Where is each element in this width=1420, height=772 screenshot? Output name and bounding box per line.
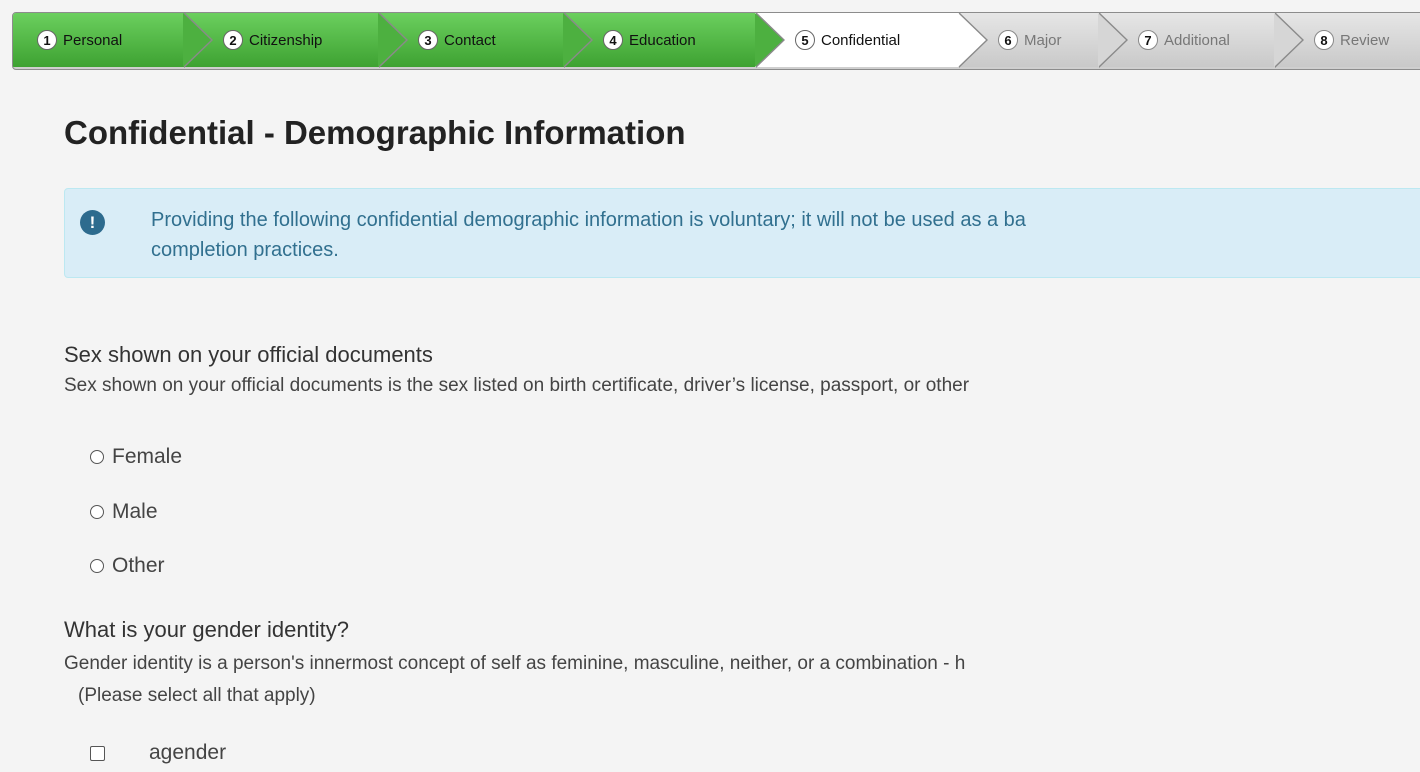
step-label: Citizenship xyxy=(249,31,323,49)
sex-option-male[interactable]: Male xyxy=(90,500,158,524)
radio-button[interactable] xyxy=(90,559,104,573)
step-label: Confidential xyxy=(821,31,901,49)
page-title: Confidential - Demographic Information xyxy=(64,114,686,151)
sex-option-female[interactable]: Female xyxy=(90,445,182,469)
sex-question-title: Sex shown on your official documents xyxy=(64,342,433,367)
exclamation-icon: ! xyxy=(80,210,105,235)
step-personal[interactable]: 1 Personal xyxy=(13,13,213,68)
step-label: Additional xyxy=(1164,31,1230,49)
step-label: Personal xyxy=(63,31,123,49)
application-page: 1 Personal 2 Citizenship 3 Contact 4 Edu… xyxy=(0,0,1420,772)
step-number: 4 xyxy=(603,30,623,50)
step-number: 6 xyxy=(998,30,1018,50)
step-label: Contact xyxy=(444,31,496,49)
option-label: Female xyxy=(112,445,183,468)
step-number: 8 xyxy=(1314,30,1334,50)
sex-question-help: Sex shown on your official documents is … xyxy=(64,375,970,396)
gender-question-note: (Please select all that apply) xyxy=(78,685,316,706)
step-number: 2 xyxy=(223,30,243,50)
checkbox[interactable] xyxy=(90,745,105,761)
step-number: 7 xyxy=(1138,30,1158,50)
step-number: 1 xyxy=(37,30,57,50)
step-confidential[interactable]: 5 Confidential xyxy=(755,13,988,68)
notice-text-line1: Providing the following confidential dem… xyxy=(151,209,1026,231)
gender-question-title: What is your gender identity? xyxy=(64,617,349,642)
notice-text-line2: completion practices. xyxy=(151,239,339,261)
info-notice: ! Providing the following confidential d… xyxy=(64,188,1420,278)
option-label: agender xyxy=(149,741,227,764)
option-label: Male xyxy=(112,500,158,523)
sex-option-other[interactable]: Other xyxy=(90,554,165,578)
step-number: 5 xyxy=(795,30,815,50)
radio-button[interactable] xyxy=(90,450,104,464)
step-number: 3 xyxy=(418,30,438,50)
gender-option-agender[interactable]: agender xyxy=(90,741,226,765)
step-label: Major xyxy=(1024,31,1062,49)
radio-button[interactable] xyxy=(90,505,104,519)
step-label: Review xyxy=(1340,31,1390,49)
step-label: Education xyxy=(629,31,696,49)
wizard-step-bar: 1 Personal 2 Citizenship 3 Contact 4 Edu… xyxy=(12,12,1420,70)
gender-question-help: Gender identity is a person's innermost … xyxy=(64,653,966,674)
option-label: Other xyxy=(112,554,165,577)
